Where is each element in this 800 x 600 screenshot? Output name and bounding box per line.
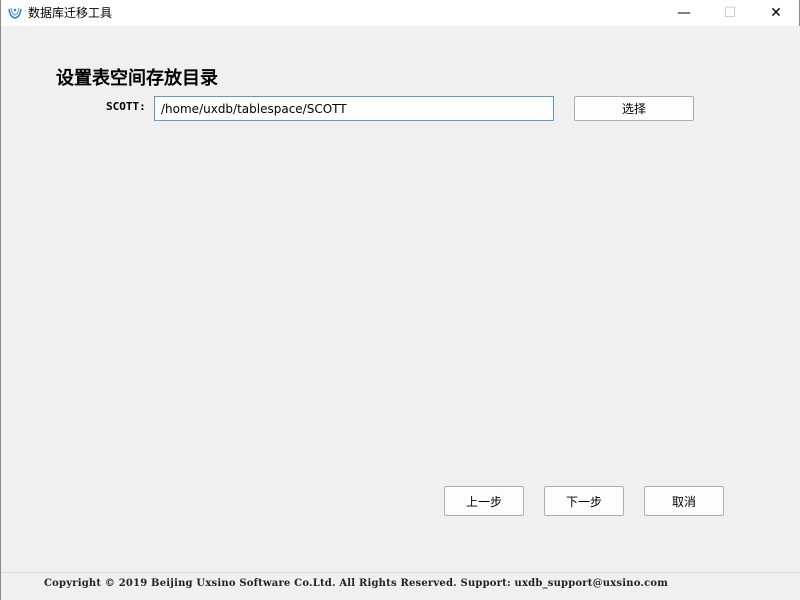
window-title: 数据库迁移工具 [28,6,113,20]
tablespace-path-input[interactable] [154,96,554,121]
close-button[interactable]: ✕ [753,0,799,26]
main-panel: 设置表空间存放目录 SCOTT: 选择 上一步 下一步 取消 [2,26,800,572]
previous-step-button[interactable]: 上一步 [444,486,524,516]
app-window: 数据库迁移工具 — ☐ ✕ 设置表空间存放目录 SCOTT: 选择 上一步 下一… [0,0,800,600]
maximize-icon: ☐ [723,5,737,21]
next-step-button[interactable]: 下一步 [544,486,624,516]
minimize-button[interactable]: — [661,0,707,26]
app-logo-icon [8,7,22,19]
tablespace-label: SCOTT: [106,100,146,113]
title-bar[interactable]: 数据库迁移工具 — ☐ ✕ [1,0,799,26]
cancel-button[interactable]: 取消 [644,486,724,516]
maximize-button[interactable]: ☐ [707,0,753,26]
page-title: 设置表空间存放目录 [56,68,218,89]
close-icon: ✕ [770,5,782,21]
choose-directory-button[interactable]: 选择 [574,96,694,121]
copyright-text: Copyright © 2019 Beijing Uxsino Software… [44,578,669,589]
footer-bar: Copyright © 2019 Beijing Uxsino Software… [2,572,800,600]
minimize-icon: — [677,5,691,21]
